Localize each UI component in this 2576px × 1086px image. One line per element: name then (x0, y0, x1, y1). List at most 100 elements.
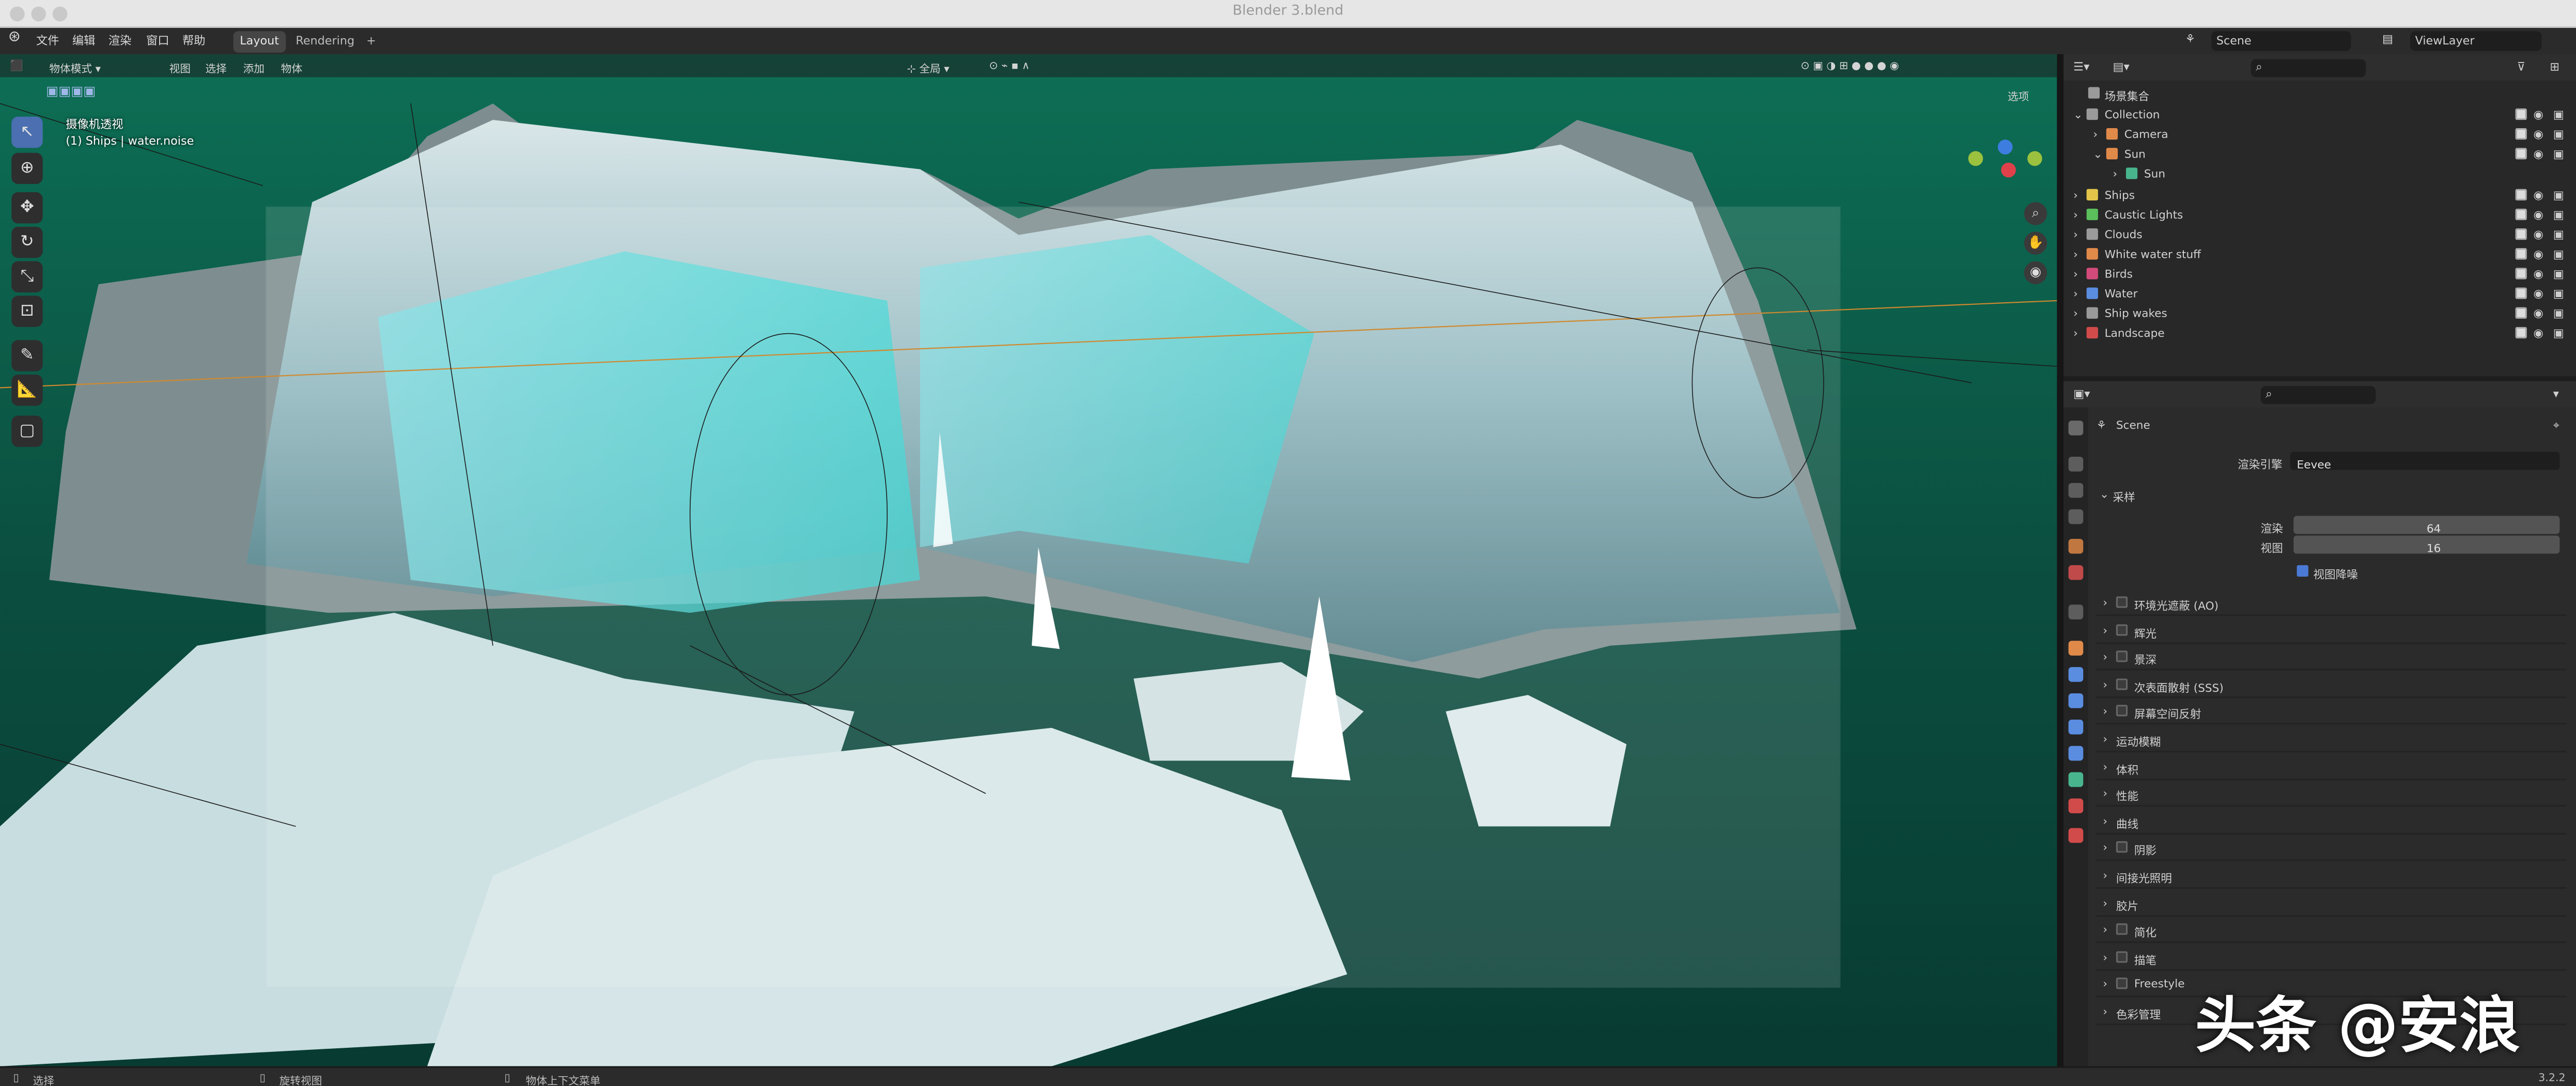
exclude-checkbox[interactable] (2515, 268, 2527, 280)
add-cube-tool-icon[interactable]: ▢ (11, 415, 43, 447)
expand-chevron-icon[interactable]: › (2073, 268, 2078, 281)
visibility-eye-icon[interactable]: ◉ (2534, 307, 2543, 320)
outliner-row-ships[interactable]: › Ships ◉ ▣ (2063, 185, 2576, 205)
visibility-eye-icon[interactable]: ◉ (2534, 189, 2543, 202)
add-workspace-button[interactable]: + (360, 31, 382, 52)
scene-tab-icon[interactable] (2068, 539, 2084, 554)
outliner-row-collection[interactable]: ⌄ Collection ◉ ▣ (2063, 105, 2576, 125)
visibility-eye-icon[interactable]: ◉ (2534, 148, 2543, 161)
new-collection-icon[interactable]: ⊞ (2550, 61, 2559, 74)
render-camera-icon[interactable]: ▣ (2553, 128, 2564, 141)
menu-edit[interactable]: 编辑 (72, 33, 96, 50)
transform-tool-icon[interactable]: ⊡ (11, 296, 43, 327)
expand-chevron-icon[interactable]: › (2073, 228, 2078, 241)
viewport-menu-view[interactable]: 视图 (169, 59, 191, 75)
world-tab-icon[interactable] (2068, 565, 2084, 580)
material-tab-icon[interactable] (2068, 798, 2084, 814)
panel-2[interactable]: › 景深 (2096, 646, 2567, 671)
cursor-tool-icon[interactable]: ⊕ (11, 152, 43, 184)
exclude-checkbox[interactable] (2515, 307, 2527, 319)
exclude-checkbox[interactable] (2515, 148, 2527, 160)
panel-11[interactable]: › 胶片 (2096, 891, 2567, 917)
panel-enable-checkbox[interactable] (2116, 705, 2128, 717)
panel-enable-checkbox[interactable] (2116, 923, 2128, 936)
render-tab-icon[interactable] (2068, 457, 2084, 472)
move-tool-icon[interactable]: ✥ (11, 192, 43, 224)
z-axis-icon[interactable] (1997, 139, 2013, 154)
render-samples-field[interactable]: 64 (2293, 516, 2560, 536)
outliner-search-input[interactable]: ⌕ (2251, 59, 2366, 77)
panel-enable-checkbox[interactable] (2116, 951, 2128, 963)
panel-enable-checkbox[interactable] (2116, 678, 2128, 690)
panel-12[interactable]: › 简化 (2096, 919, 2567, 943)
modifier-tab-icon[interactable] (2068, 667, 2084, 682)
viewport-options-button[interactable]: 选项 (2008, 87, 2029, 103)
expand-chevron-icon[interactable]: › (2113, 167, 2117, 180)
navigation-gizmo[interactable] (1968, 139, 2044, 195)
visibility-eye-icon[interactable]: ◉ (2534, 327, 2543, 340)
panel-7[interactable]: › 性能 (2096, 782, 2567, 807)
expand-chevron-icon[interactable]: › (2073, 327, 2078, 340)
visibility-eye-icon[interactable]: ◉ (2534, 108, 2543, 121)
render-camera-icon[interactable]: ▣ (2553, 209, 2564, 222)
panel-13[interactable]: › 描笔 (2096, 946, 2567, 971)
panel-10[interactable]: › 间接光照明 (2096, 864, 2567, 889)
expand-chevron-icon[interactable]: › (2073, 288, 2078, 301)
outliner-row-sun[interactable]: ⌄ Sun ◉ ▣ (2063, 145, 2576, 164)
scene-selector[interactable]: Scene (2211, 31, 2351, 51)
outliner-row-sun[interactable]: › Sun (2063, 164, 2576, 184)
menu-help[interactable]: 帮助 (182, 33, 206, 50)
filter-icon[interactable]: ⊽ (2517, 61, 2525, 74)
physics-tab-icon[interactable] (2068, 719, 2084, 735)
blender-logo-icon[interactable]: ⊛ (8, 29, 21, 46)
camera-view-icon[interactable]: ◉ (2024, 261, 2047, 285)
visibility-eye-icon[interactable]: ◉ (2534, 288, 2543, 301)
exclude-checkbox[interactable] (2515, 287, 2527, 299)
outliner-row-white-water-stuff[interactable]: › White water stuff ◉ ▣ (2063, 245, 2576, 265)
sampling-panel-header[interactable]: ⌄ 采样 (2097, 483, 2566, 506)
visibility-eye-icon[interactable]: ◉ (2534, 228, 2543, 241)
visibility-eye-icon[interactable]: ◉ (2534, 248, 2543, 261)
tool-tab-icon[interactable] (2068, 421, 2084, 436)
outliner-row-ship-wakes[interactable]: › Ship wakes ◉ ▣ (2063, 304, 2576, 323)
panel-enable-checkbox[interactable] (2116, 650, 2128, 663)
pin-icon[interactable]: ⌖ (2553, 419, 2559, 434)
expand-chevron-icon[interactable]: › (2073, 248, 2078, 261)
panel-6[interactable]: › 体积 (2096, 755, 2567, 780)
outliner-row-camera[interactable]: › Camera ◉ ▣ (2063, 125, 2576, 145)
render-camera-icon[interactable]: ▣ (2553, 307, 2564, 320)
y-axis-icon[interactable] (1968, 151, 1983, 166)
expand-chevron-icon[interactable]: › (2073, 209, 2078, 222)
visibility-eye-icon[interactable]: ◉ (2534, 268, 2543, 281)
viewport-shading-icons[interactable]: ⊙ ▣ ◑ ⊞ ● ● ● ◉ (1801, 59, 1899, 72)
tab-layout[interactable]: Layout (233, 31, 286, 53)
zoom-icon[interactable]: ⌕ (2024, 202, 2047, 225)
exclude-checkbox[interactable] (2515, 189, 2527, 200)
visibility-eye-icon[interactable]: ◉ (2534, 209, 2543, 222)
properties-editor-icon[interactable]: ▣▾ (2073, 387, 2090, 400)
tab-rendering[interactable]: Rendering (289, 31, 361, 52)
viewport-menu-object[interactable]: 物体 (281, 59, 302, 75)
outliner-row-landscape[interactable]: › Landscape ◉ ▣ (2063, 323, 2576, 343)
outliner-row-clouds[interactable]: › Clouds ◉ ▣ (2063, 225, 2576, 245)
render-camera-icon[interactable]: ▣ (2553, 228, 2564, 241)
properties-options-icon[interactable]: ▾ (2553, 387, 2559, 400)
exclude-checkbox[interactable] (2515, 248, 2527, 260)
outliner-row-scene-collection[interactable]: 场景集合 (2063, 84, 2576, 103)
outliner-row-caustic-lights[interactable]: › Caustic Lights ◉ ▣ (2063, 206, 2576, 225)
render-camera-icon[interactable]: ▣ (2553, 327, 2564, 340)
visibility-eye-icon[interactable]: ◉ (2534, 128, 2543, 141)
panel-5[interactable]: › 运动模糊 (2096, 728, 2567, 753)
panel-enable-checkbox[interactable] (2116, 624, 2128, 635)
pan-icon[interactable]: ✋ (2024, 231, 2047, 255)
constraints-tab-icon[interactable] (2068, 746, 2084, 761)
expand-chevron-icon[interactable]: ⌄ (2073, 108, 2083, 121)
render-camera-icon[interactable]: ▣ (2553, 148, 2564, 161)
render-camera-icon[interactable]: ▣ (2553, 108, 2564, 121)
exclude-checkbox[interactable] (2515, 128, 2527, 140)
measure-tool-icon[interactable]: 📐 (11, 375, 43, 406)
scale-tool-icon[interactable]: ⤡ (11, 261, 43, 293)
render-camera-icon[interactable]: ▣ (2553, 268, 2564, 281)
display-mode-icon[interactable]: ▤▾ (2113, 61, 2129, 74)
collection-tab-icon[interactable] (2068, 604, 2084, 619)
